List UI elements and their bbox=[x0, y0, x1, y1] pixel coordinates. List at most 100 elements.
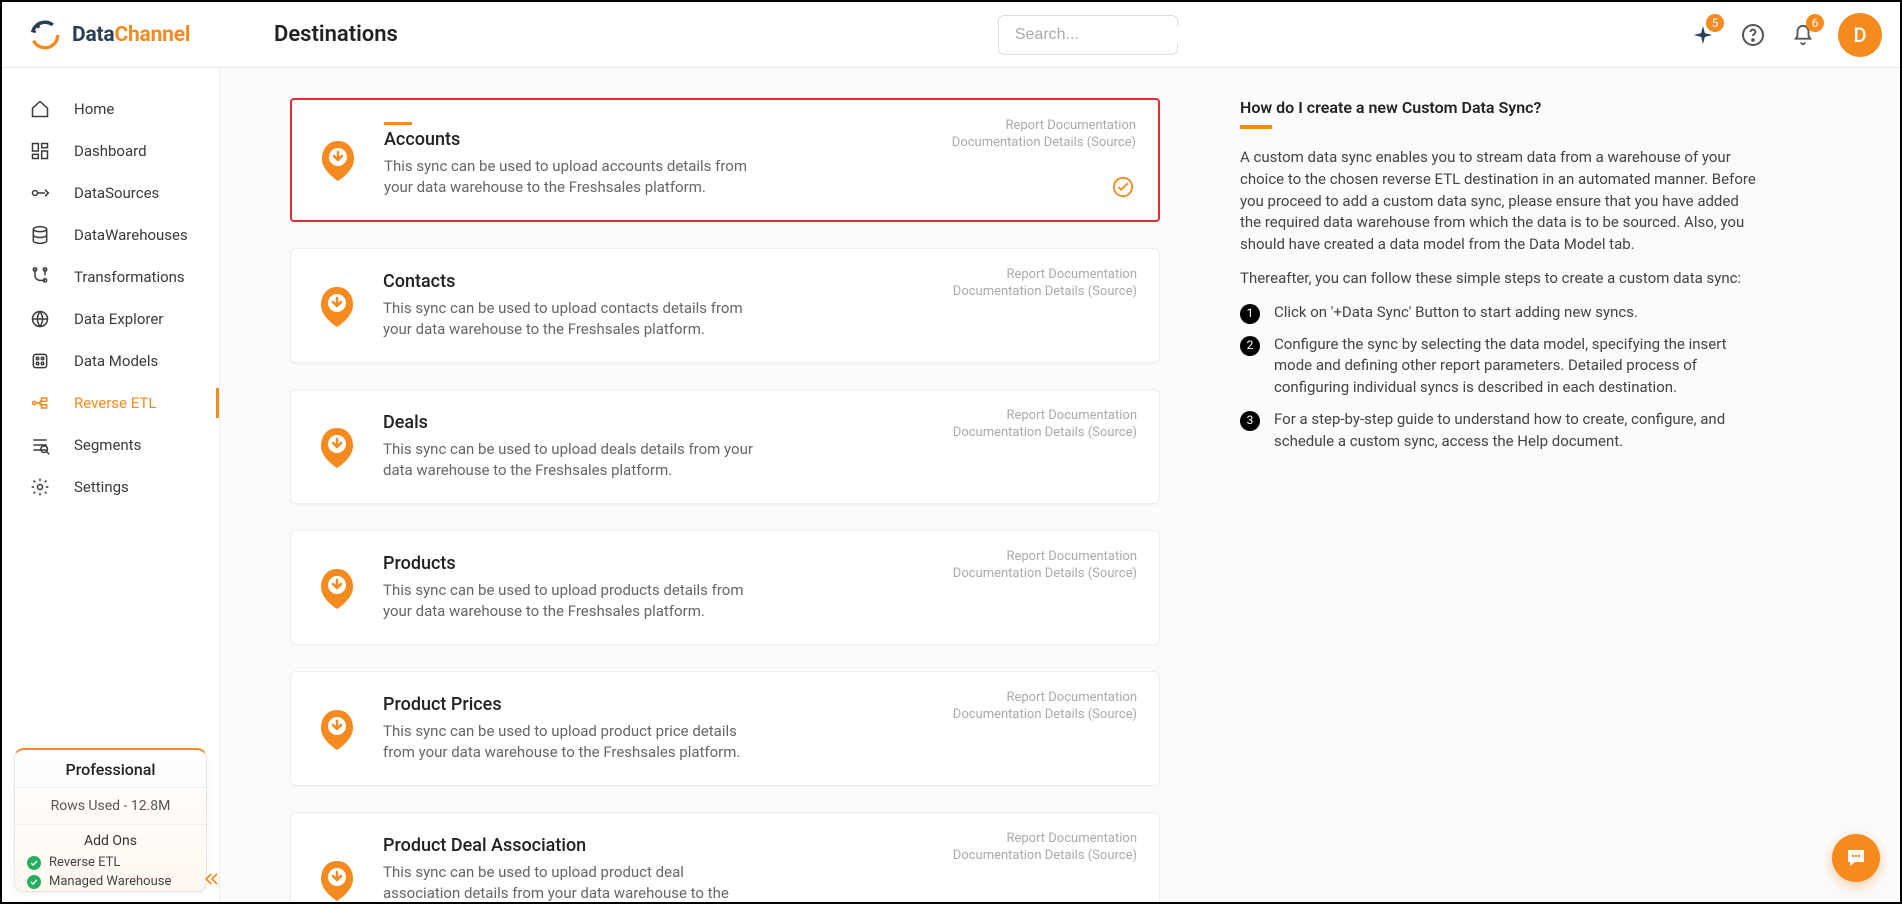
report-documentation-link[interactable]: Report Documentation bbox=[953, 690, 1137, 705]
sidebar-item-data-explorer[interactable]: Data Explorer bbox=[2, 298, 219, 340]
sidebar-item-label: Data Explorer bbox=[74, 310, 163, 328]
help-steps: 1 Click on '+Data Sync' Button to start … bbox=[1240, 302, 1760, 453]
sync-card[interactable]: Products This sync can be used to upload… bbox=[290, 530, 1160, 645]
addon-label: Managed Warehouse bbox=[49, 874, 171, 889]
explorer-icon bbox=[30, 309, 50, 329]
sync-card[interactable]: Product Prices This sync can be used to … bbox=[290, 671, 1160, 786]
sidebar-item-dashboard[interactable]: Dashboard bbox=[2, 130, 219, 172]
documentation-details-link[interactable]: Documentation Details (Source) bbox=[953, 566, 1137, 581]
report-documentation-link[interactable]: Report Documentation bbox=[952, 118, 1136, 133]
documentation-details-link[interactable]: Documentation Details (Source) bbox=[953, 284, 1137, 299]
brand-logo[interactable]: DataChannel bbox=[2, 18, 220, 52]
help-step: 3 For a step-by-step guide to understand… bbox=[1240, 409, 1760, 453]
addons-header: Add Ons bbox=[15, 825, 206, 853]
sidebar-item-label: Segments bbox=[74, 436, 141, 454]
sync-card[interactable]: Product Deal Association This sync can b… bbox=[290, 812, 1160, 902]
step-text: Click on '+Data Sync' Button to start ad… bbox=[1274, 302, 1638, 324]
brand-name: DataChannel bbox=[72, 23, 190, 47]
report-documentation-link[interactable]: Report Documentation bbox=[953, 267, 1137, 282]
sidebar-item-label: Reverse ETL bbox=[74, 394, 156, 412]
help-step: 1 Click on '+Data Sync' Button to start … bbox=[1240, 302, 1760, 324]
settings-icon bbox=[30, 477, 50, 497]
sidebar-item-data-models[interactable]: Data Models bbox=[2, 340, 219, 382]
sidebar-item-label: DataWarehouses bbox=[74, 226, 188, 244]
plan-card[interactable]: Professional Rows Used - 12.8M Add Ons R… bbox=[14, 748, 207, 892]
sync-list: Accounts This sync can be used to upload… bbox=[220, 68, 1230, 902]
sync-doc-links: Report Documentation Documentation Detai… bbox=[953, 831, 1137, 865]
check-icon bbox=[27, 856, 41, 870]
sidebar-item-settings[interactable]: Settings bbox=[2, 466, 219, 508]
chat-icon bbox=[1844, 846, 1868, 870]
sidebar-item-label: Settings bbox=[74, 478, 129, 496]
step-text: Configure the sync by selecting the data… bbox=[1274, 334, 1760, 399]
bell-badge: 6 bbox=[1806, 14, 1824, 32]
sync-card[interactable]: Accounts This sync can be used to upload… bbox=[290, 98, 1160, 222]
sync-description: This sync can be used to upload products… bbox=[383, 580, 763, 622]
sync-doc-links: Report Documentation Documentation Detai… bbox=[953, 549, 1137, 583]
transformations-icon bbox=[30, 267, 50, 287]
sidebar: Home Dashboard DataSources DataWarehouse… bbox=[2, 68, 220, 902]
search-input[interactable] bbox=[1015, 26, 1222, 44]
models-icon bbox=[30, 351, 50, 371]
sync-doc-links: Report Documentation Documentation Detai… bbox=[953, 408, 1137, 442]
sync-doc-links: Report Documentation Documentation Detai… bbox=[952, 118, 1136, 152]
sync-description: This sync can be used to upload contacts… bbox=[383, 298, 763, 340]
step-number-badge: 3 bbox=[1240, 411, 1260, 431]
dashboard-icon bbox=[30, 141, 50, 161]
sidebar-item-label: Transformations bbox=[74, 268, 185, 286]
help-panel: How do I create a new Custom Data Sync? … bbox=[1230, 68, 1790, 902]
sidebar-item-datasources[interactable]: DataSources bbox=[2, 172, 219, 214]
sidebar-item-label: Data Models bbox=[74, 352, 158, 370]
sidebar-item-label: Home bbox=[74, 100, 114, 118]
documentation-details-link[interactable]: Documentation Details (Source) bbox=[953, 707, 1137, 722]
notifications-button[interactable]: 6 bbox=[1788, 20, 1818, 50]
addon-label: Reverse ETL bbox=[49, 855, 120, 870]
sync-selected-icon bbox=[1112, 176, 1134, 198]
plan-name: Professional bbox=[15, 750, 206, 788]
sync-type-icon bbox=[320, 139, 356, 181]
datasource-icon bbox=[30, 183, 50, 203]
chat-fab[interactable] bbox=[1832, 834, 1880, 882]
reverse-etl-icon bbox=[30, 393, 50, 413]
sync-type-icon bbox=[319, 285, 355, 327]
sidebar-bottom: Professional Rows Used - 12.8M Add Ons R… bbox=[14, 748, 207, 892]
sync-doc-links: Report Documentation Documentation Detai… bbox=[953, 690, 1137, 724]
segments-icon bbox=[30, 435, 50, 455]
report-documentation-link[interactable]: Report Documentation bbox=[953, 408, 1137, 423]
help-paragraph: A custom data sync enables you to stream… bbox=[1240, 147, 1760, 256]
sidebar-item-reverse-etl[interactable]: Reverse ETL bbox=[2, 382, 219, 424]
sync-type-icon bbox=[319, 708, 355, 750]
sidebar-item-label: Dashboard bbox=[74, 142, 147, 160]
topbar: DataChannel Destinations 5 bbox=[2, 2, 1900, 68]
sidebar-item-segments[interactable]: Segments bbox=[2, 424, 219, 466]
global-search[interactable] bbox=[998, 15, 1178, 55]
main-content: Accounts This sync can be used to upload… bbox=[220, 68, 1900, 902]
addon-row: Managed Warehouse bbox=[15, 872, 206, 891]
sync-description: This sync can be used to upload product … bbox=[383, 721, 763, 763]
sidebar-item-datawarehouses[interactable]: DataWarehouses bbox=[2, 214, 219, 256]
sync-description: This sync can be used to upload accounts… bbox=[384, 156, 764, 198]
report-documentation-link[interactable]: Report Documentation bbox=[953, 549, 1137, 564]
warehouse-icon bbox=[30, 225, 50, 245]
sparkle-badge: 5 bbox=[1706, 14, 1724, 32]
rows-used: Rows Used - 12.8M bbox=[15, 788, 206, 825]
sync-doc-links: Report Documentation Documentation Detai… bbox=[953, 267, 1137, 301]
sync-card[interactable]: Contacts This sync can be used to upload… bbox=[290, 248, 1160, 363]
user-avatar[interactable]: D bbox=[1838, 13, 1882, 57]
documentation-details-link[interactable]: Documentation Details (Source) bbox=[953, 848, 1137, 863]
ai-sparkle-button[interactable]: 5 bbox=[1688, 20, 1718, 50]
step-number-badge: 2 bbox=[1240, 336, 1260, 356]
help-paragraph: Thereafter, you can follow these simple … bbox=[1240, 268, 1760, 290]
report-documentation-link[interactable]: Report Documentation bbox=[953, 831, 1137, 846]
documentation-details-link[interactable]: Documentation Details (Source) bbox=[953, 425, 1137, 440]
sync-type-icon bbox=[319, 567, 355, 609]
sidebar-item-home[interactable]: Home bbox=[2, 88, 219, 130]
help-circle-icon bbox=[1741, 23, 1765, 47]
step-text: For a step-by-step guide to understand h… bbox=[1274, 409, 1760, 453]
help-button[interactable] bbox=[1738, 20, 1768, 50]
sync-card[interactable]: Deals This sync can be used to upload de… bbox=[290, 389, 1160, 504]
help-title: How do I create a new Custom Data Sync? bbox=[1240, 98, 1760, 117]
sync-type-icon bbox=[319, 859, 355, 901]
documentation-details-link[interactable]: Documentation Details (Source) bbox=[952, 135, 1136, 150]
sidebar-item-transformations[interactable]: Transformations bbox=[2, 256, 219, 298]
